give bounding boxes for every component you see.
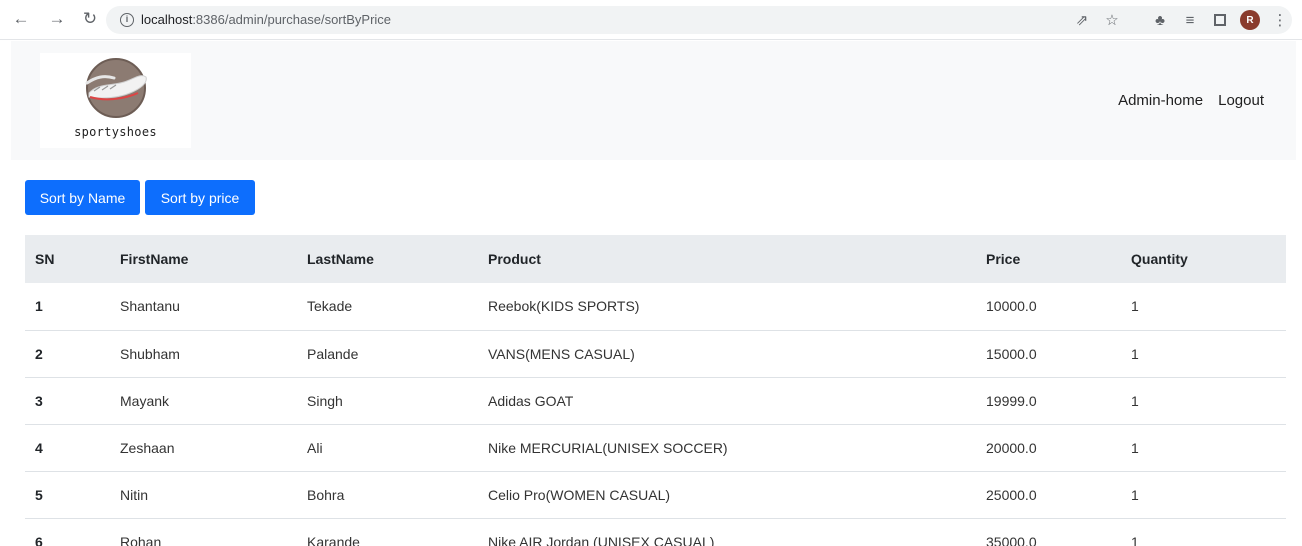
column-header-lastname: LastName [307,251,374,267]
reading-list-icon[interactable]: ≡ [1180,10,1200,30]
cell-sn: 5 [35,486,43,503]
cell-quantity: 1 [1131,392,1139,409]
cell-firstname: Rohan [120,533,162,546]
cell-firstname: Mayank [120,392,170,409]
cell-lastname: Singh [307,392,343,409]
admin-home-link[interactable]: Admin-home [1118,92,1203,109]
site-info-icon[interactable]: i [120,13,134,27]
cell-sn: 1 [35,298,43,315]
cell-quantity: 1 [1131,439,1139,456]
cell-lastname: Tekade [307,298,353,315]
cell-product: VANS(MENS CASUAL) [488,345,635,362]
browser-toolbar: ← → ↻ i localhost:8386/admin/purchase/so… [0,0,1302,40]
cell-sn: 6 [35,533,43,546]
bookmark-star-icon[interactable]: ☆ [1102,10,1122,30]
column-header-firstname: FirstName [120,251,189,267]
reload-icon[interactable]: ↻ [79,8,101,30]
cell-firstname: Shantanu [120,298,180,315]
cell-sn: 2 [35,345,43,362]
browser-actions: ⇗ ☆ ♣ ≡ R ⋮ [1072,6,1290,34]
sort-by-name-button[interactable]: Sort by Name [25,180,140,215]
cell-sn: 4 [35,439,43,456]
cell-product: Nike MERCURIAL(UNISEX SOCCER) [488,439,728,456]
forward-arrow-icon[interactable]: → [46,8,68,30]
url-path: :8386/admin/purchase/sortByPrice [192,12,392,27]
logout-link[interactable]: Logout [1218,92,1264,109]
cell-firstname: Shubham [120,345,180,362]
column-header-product: Product [488,251,541,267]
table-row: 2 Shubham Palande VANS(MENS CASUAL) 1500… [25,330,1286,377]
sort-by-price-button[interactable]: Sort by price [145,180,255,215]
cell-quantity: 1 [1131,486,1139,503]
cell-price: 20000.0 [986,439,1037,456]
side-panel-icon[interactable] [1210,10,1230,30]
cell-lastname: Ali [307,439,323,456]
cell-price: 19999.0 [986,392,1037,409]
cell-price: 15000.0 [986,345,1037,362]
table-row: 6 Rohan Karande Nike AIR Jordan (UNISEX … [25,518,1286,546]
url-host: localhost [141,12,193,27]
column-header-price: Price [986,251,1021,267]
shoe-logo-icon [85,58,147,118]
extensions-puzzle-icon[interactable]: ♣ [1150,10,1170,30]
cell-firstname: Zeshaan [120,439,175,456]
share-icon[interactable]: ⇗ [1072,10,1092,30]
cell-price: 10000.0 [986,298,1037,315]
header-nav: Admin-home Logout [1118,92,1264,109]
cell-price: 35000.0 [986,533,1037,546]
site-header: sportyshoes Admin-home Logout [11,41,1296,160]
logo-text: sportyshoes [74,125,157,139]
table-row: 3 Mayank Singh Adidas GOAT 19999.0 1 [25,377,1286,424]
logo[interactable]: sportyshoes [40,53,191,148]
cell-lastname: Palande [307,345,359,362]
cell-firstname: Nitin [120,486,149,503]
purchases-table: SN FirstName LastName Product Price Quan… [25,235,1286,546]
table-row: 1 Shantanu Tekade Reebok(KIDS SPORTS) 10… [25,283,1286,330]
cell-price: 25000.0 [986,486,1037,503]
cell-quantity: 1 [1131,345,1139,362]
kebab-menu-icon[interactable]: ⋮ [1270,10,1290,30]
back-arrow-icon[interactable]: ← [10,8,32,30]
table-header-row: SN FirstName LastName Product Price Quan… [25,235,1286,283]
cell-lastname: Bohra [307,486,345,503]
cell-product: Celio Pro(WOMEN CASUAL) [488,486,671,503]
cell-quantity: 1 [1131,298,1139,315]
cell-product: Reebok(KIDS SPORTS) [488,298,640,315]
table-row: 4 Zeshaan Ali Nike MERCURIAL(UNISEX SOCC… [25,424,1286,471]
cell-product: Nike AIR Jordan (UNISEX CASUAL) [488,533,715,546]
cell-lastname: Karande [307,533,360,546]
cell-sn: 3 [35,392,43,409]
url-text: localhost:8386/admin/purchase/sortByPric… [141,12,391,27]
cell-product: Adidas GOAT [488,392,574,409]
column-header-quantity: Quantity [1131,251,1188,267]
cell-quantity: 1 [1131,533,1139,546]
profile-avatar[interactable]: R [1240,10,1260,30]
column-header-sn: SN [35,251,55,267]
table-row: 5 Nitin Bohra Celio Pro(WOMEN CASUAL) 25… [25,471,1286,518]
